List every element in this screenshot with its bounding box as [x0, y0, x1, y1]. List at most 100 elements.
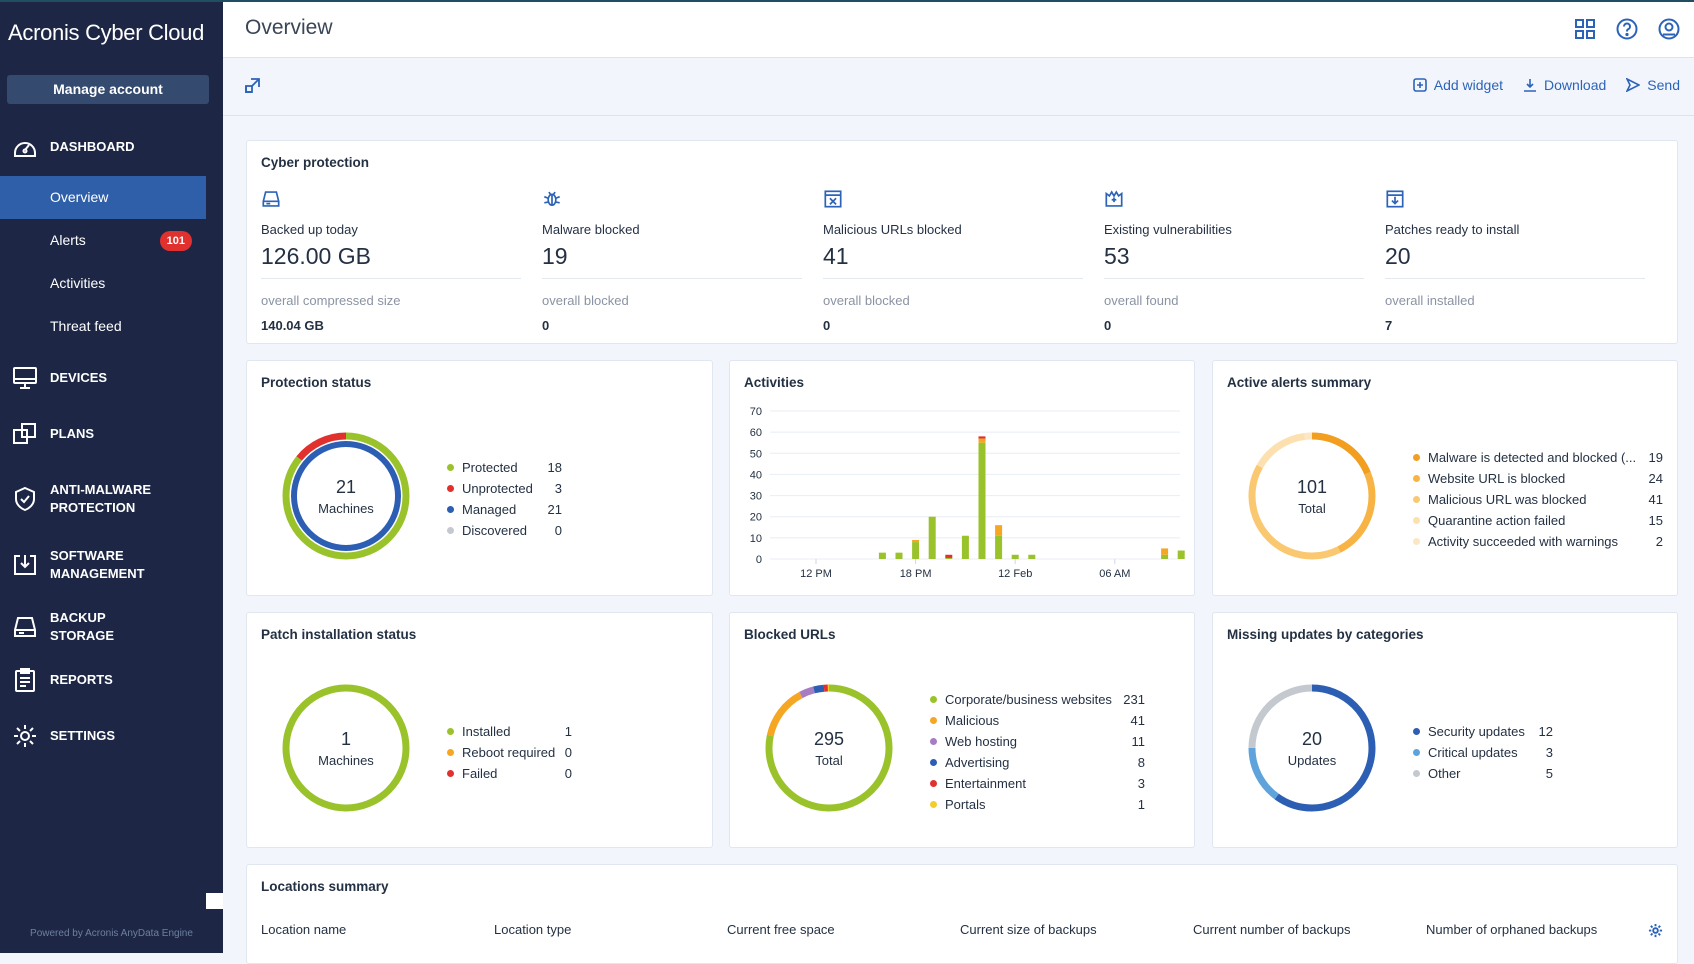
legend-item[interactable]: Malware is detected and blocked (... 19 [1413, 447, 1663, 468]
legend-item[interactable]: Advertising 8 [930, 752, 1145, 773]
activity-bar[interactable] [995, 525, 1003, 536]
activity-bar[interactable] [895, 552, 903, 559]
legend-value: 41 [1648, 492, 1663, 507]
activity-bar[interactable] [978, 436, 986, 439]
expand-icon[interactable] [245, 78, 260, 93]
activity-bar[interactable] [928, 516, 936, 559]
manage-account-button[interactable]: Manage account [7, 75, 209, 104]
legend-item[interactable]: Installed 1 [447, 721, 572, 742]
legend-label: Entertainment [945, 776, 1026, 791]
column-header[interactable]: Current free space [727, 922, 960, 937]
legend-item[interactable]: Critical updates 3 [1413, 742, 1553, 763]
activity-bar[interactable] [1011, 554, 1019, 559]
plus-square-icon [1412, 78, 1427, 92]
activity-bar[interactable] [945, 557, 953, 559]
column-header[interactable]: Location type [494, 922, 727, 937]
metric-value[interactable]: 53 [1104, 243, 1364, 279]
activity-bar[interactable] [945, 554, 953, 558]
column-header[interactable]: Current number of backups [1193, 922, 1426, 937]
legend-item[interactable]: Activity succeeded with warnings 2 [1413, 531, 1663, 552]
sidebar-item-label: REPORTS [50, 672, 113, 688]
header: Overview [223, 0, 1694, 58]
column-header[interactable]: Number of orphaned backups [1426, 922, 1659, 937]
help-icon[interactable] [1616, 18, 1638, 40]
sidebar-subitem-activities[interactable]: Activities [0, 262, 206, 305]
legend-item[interactable]: Failed 0 [447, 763, 572, 784]
donut-center-label: Updates [1287, 752, 1337, 768]
drive-icon [14, 616, 36, 637]
logo: Acronis Cyber Cloud [8, 20, 205, 45]
metric-sub-label: overall installed [1385, 293, 1475, 308]
sidebar-item-dashboard[interactable]: DASHBOARD [0, 134, 223, 160]
download-button[interactable]: Download [1523, 77, 1606, 93]
legend-label: Discovered [462, 523, 528, 538]
sidebar-item-backup-storage[interactable]: BACKUP STORAGE [0, 609, 223, 645]
send-label: Send [1647, 77, 1680, 93]
legend-item[interactable]: Entertainment 3 [930, 773, 1145, 794]
metric-value[interactable]: 126.00 GB [261, 243, 521, 279]
sidebar-item-anti-malware-protection[interactable]: ANTI-MALWARE PROTECTION [0, 481, 223, 517]
metric-value[interactable]: 19 [542, 243, 802, 279]
activity-bar[interactable] [995, 535, 1003, 559]
add-widget-button[interactable]: Add widget [1412, 77, 1503, 93]
gear-icon[interactable] [1648, 923, 1663, 938]
legend-label: Corporate/business websites [945, 692, 1112, 707]
sidebar-item-label: PLANS [50, 425, 95, 441]
legend-item[interactable]: Portals 1 [930, 794, 1145, 815]
legend-swatch [447, 506, 454, 513]
legend-item[interactable]: Website URL is blocked 24 [1413, 468, 1663, 489]
sidebar-subitem-label: Threat feed [50, 318, 122, 334]
legend-value: 19 [1648, 450, 1663, 465]
activity-bar[interactable] [1028, 554, 1036, 559]
activity-bar[interactable] [978, 438, 986, 443]
legend-item[interactable]: Reboot required 0 [447, 742, 572, 763]
activity-bar[interactable] [912, 542, 920, 559]
activity-bar[interactable] [978, 442, 986, 559]
sidebar-item-plans[interactable]: PLANS [0, 421, 223, 447]
metric-value[interactable]: 20 [1385, 243, 1645, 279]
legend-item[interactable]: Web hosting 11 [930, 731, 1145, 752]
legend-item[interactable]: Corporate/business websites 231 [930, 689, 1145, 710]
activity-bar[interactable] [1161, 554, 1169, 559]
legend-item[interactable]: Security updates 12 [1413, 721, 1553, 742]
sidebar-item-software-management[interactable]: SOFTWARE MANAGEMENT [0, 547, 223, 583]
legend-value: 2 [1655, 534, 1663, 549]
activity-bar[interactable] [1161, 548, 1169, 555]
column-header[interactable]: Location name [261, 922, 494, 937]
legend-item[interactable]: Protected 18 [447, 457, 562, 478]
sidebar-item-reports[interactable]: REPORTS [0, 667, 223, 693]
legend-swatch [447, 728, 454, 735]
send-button[interactable]: Send [1626, 77, 1680, 93]
legend-swatch [930, 696, 937, 703]
legend-item[interactable]: Malicious 41 [930, 710, 1145, 731]
legend-item[interactable]: Discovered 0 [447, 520, 562, 541]
metric-value[interactable]: 41 [823, 243, 1083, 279]
legend-value: 231 [1123, 692, 1145, 707]
donut-center-value: 20 [1301, 728, 1323, 749]
account-icon[interactable] [1658, 18, 1680, 40]
activity-bar[interactable] [961, 535, 969, 559]
sidebar-item-settings[interactable]: SETTINGS [0, 723, 223, 749]
legend-label: Quarantine action failed [1428, 513, 1566, 528]
legend-label: Malicious URL was blocked [1428, 492, 1587, 507]
sidebar-subitem-alerts[interactable]: Alerts 101 [0, 219, 206, 262]
sidebar-subitem-overview[interactable]: Overview [0, 176, 206, 219]
sidebar-item-label: SETTINGS [50, 728, 116, 744]
legend-item[interactable]: Malicious URL was blocked 41 [1413, 489, 1663, 510]
legend-item[interactable]: Quarantine action failed 15 [1413, 510, 1663, 531]
legend-value: 41 [1130, 713, 1145, 728]
activity-bar[interactable] [912, 539, 920, 543]
sidebar-subitem-threat-feed[interactable]: Threat feed [0, 305, 206, 348]
legend-item[interactable]: Managed 21 [447, 499, 562, 520]
scroll-handle[interactable] [206, 893, 223, 909]
legend-item[interactable]: Other 5 [1413, 763, 1553, 784]
apps-grid-icon[interactable] [1574, 18, 1596, 40]
activity-bar[interactable] [878, 552, 886, 559]
widget-title: Protection status [261, 375, 372, 390]
column-header[interactable]: Current size of backups [960, 922, 1193, 937]
activity-bar[interactable] [1177, 550, 1185, 559]
widget-title: Activities [744, 375, 805, 390]
sidebar-item-devices[interactable]: DEVICES [0, 365, 223, 391]
legend-item[interactable]: Unprotected 3 [447, 478, 562, 499]
blocked-url-icon [824, 190, 842, 208]
